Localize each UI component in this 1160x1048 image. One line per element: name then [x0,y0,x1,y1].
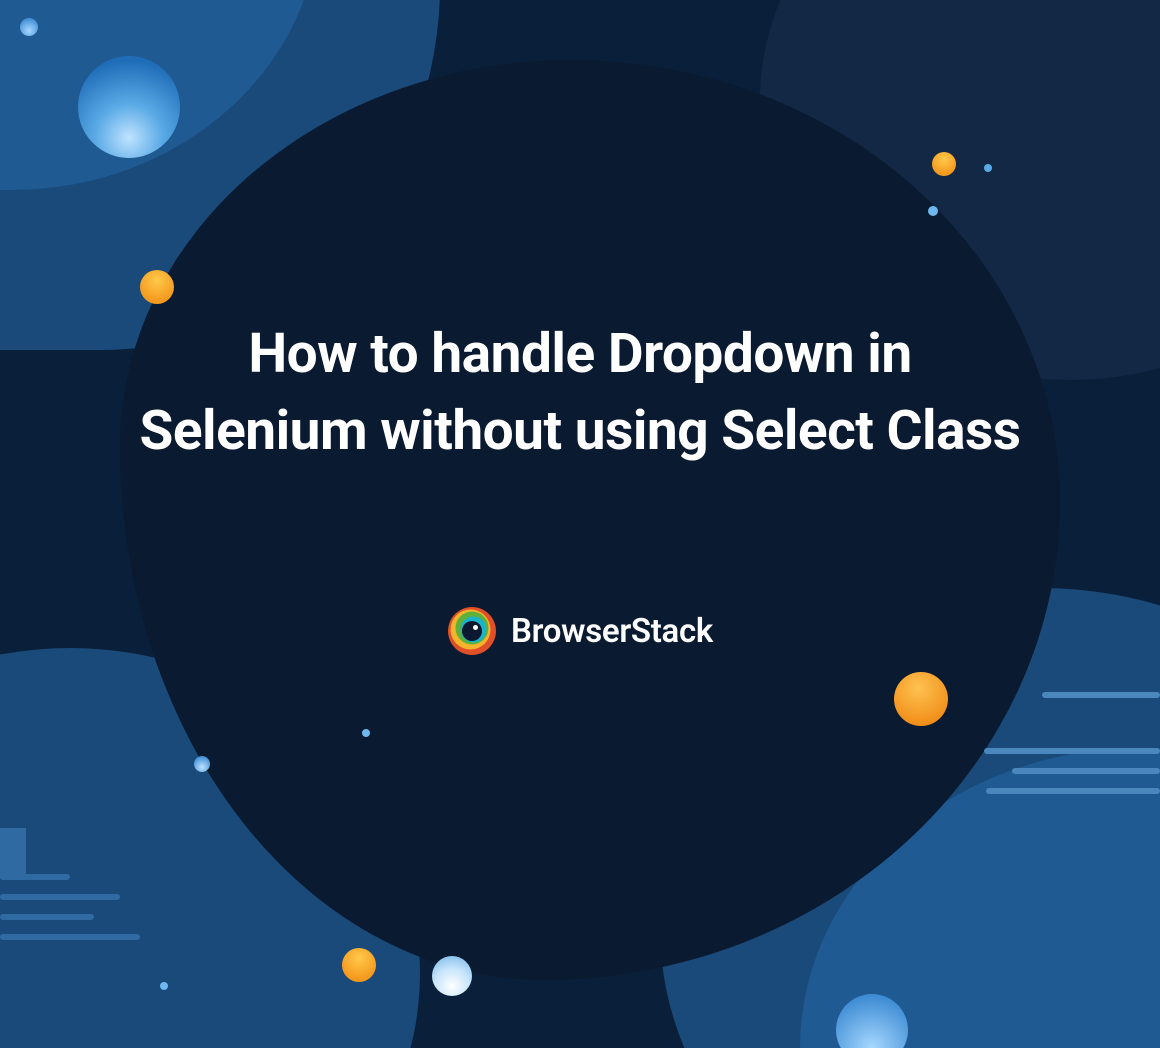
hero-graphic: How to handle Dropdown in Selenium witho… [0,0,1160,1048]
decorative-circle [932,152,956,176]
decorative-circle [194,756,210,772]
decorative-circle [984,164,992,172]
decorative-circle [140,270,174,304]
decorative-circle [894,672,948,726]
decorative-circle [342,948,376,982]
decorative-circle [432,956,472,996]
decorative-lines [0,874,158,954]
page-title: How to handle Dropdown in Selenium witho… [0,316,1160,470]
decorative-lines [970,692,1160,808]
decorative-circle [160,982,168,990]
decorative-square [0,828,26,878]
decorative-circle [362,729,370,737]
brand-name: BrowserStack [511,612,713,651]
browserstack-logo-icon [447,606,497,656]
brand-row: BrowserStack [0,606,1160,656]
decorative-circle [928,206,938,216]
decorative-circle [78,56,180,158]
decorative-circle [20,18,38,36]
